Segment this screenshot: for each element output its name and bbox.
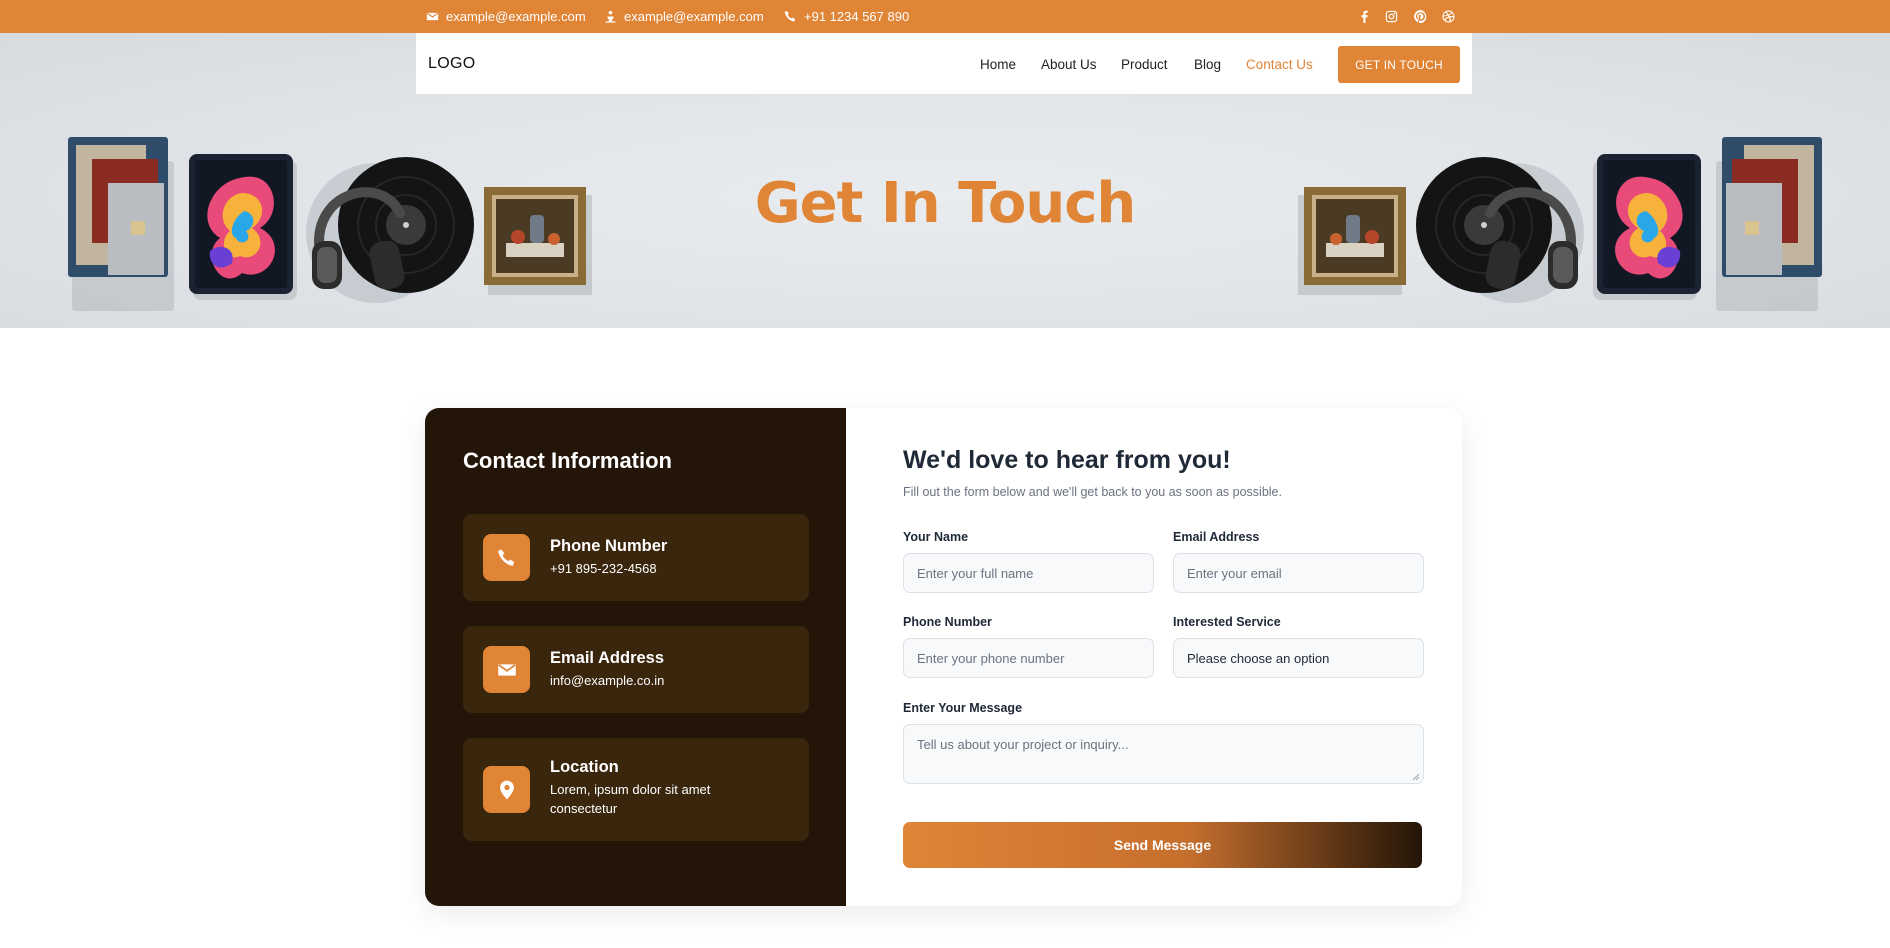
get-in-touch-button[interactable]: GET IN TOUCH [1338,46,1460,83]
message-label: Enter Your Message [903,701,1023,715]
info-item-phone[interactable]: Phone Number +91 895-232-4568 [463,514,809,601]
location-pin-icon [483,766,530,813]
nav-link-contact-us[interactable]: Contact Us [1246,57,1313,72]
email-input[interactable] [1173,553,1424,593]
resize-handle-icon[interactable] [1412,773,1420,781]
contact-card: Contact Information Phone Number +91 895… [425,408,1462,906]
service-label: Interested Service [1173,615,1281,629]
page-title: Get In Touch [754,171,1137,236]
service-select-value: Please choose an option [1187,650,1330,666]
phone-icon [784,10,796,22]
contact-info-panel: Contact Information Phone Number +91 895… [425,408,846,906]
contact-form: We'd love to hear from you! Fill out the… [846,408,1462,906]
facebook-link[interactable] [1358,0,1371,33]
dribbble-icon [1442,10,1455,23]
info-email-value: info@example.co.in [550,673,665,688]
dribbble-link[interactable] [1442,0,1455,33]
instagram-link[interactable] [1385,0,1398,33]
site-logo[interactable]: LOGO [428,55,475,73]
info-location-value: Lorem, ipsum dolor sit amet consectetur [550,782,711,816]
nav-link-home[interactable]: Home [980,57,1016,72]
message-textarea[interactable] [903,724,1424,784]
topbar-email-1[interactable]: example@example.com [426,0,586,33]
info-email-label: Email Address [550,649,665,667]
envelope-icon [483,646,530,693]
pinterest-icon [1414,10,1427,23]
topbar-phone[interactable]: +91 1234 567 890 [784,0,909,33]
facebook-icon [1361,10,1368,23]
form-subtitle: Fill out the form below and we'll get ba… [903,485,1282,499]
contact-info-title: Contact Information [463,448,672,473]
top-bar: example@example.com example@example.com … [0,0,1890,33]
form-title: We'd love to hear from you! [903,446,1231,474]
person-icon [605,10,616,23]
main-navbar: LOGO Home About Us Product Blog Contact … [416,33,1472,94]
info-phone-value: +91 895-232-4568 [550,561,657,576]
instagram-icon [1385,10,1398,23]
pinterest-link[interactable] [1414,0,1427,33]
phone-input[interactable] [903,638,1154,678]
phone-icon [483,534,530,581]
info-location-label: Location [550,758,619,776]
topbar-email-1-text: example@example.com [446,9,586,24]
send-message-button[interactable]: Send Message [903,822,1422,868]
phone-label: Phone Number [903,615,992,629]
hero-banner: LOGO Home About Us Product Blog Contact … [0,33,1890,328]
envelope-icon [426,12,439,21]
name-input[interactable] [903,553,1154,593]
info-item-email[interactable]: Email Address info@example.co.in [463,626,809,713]
nav-link-blog[interactable]: Blog [1194,57,1221,72]
nav-link-product[interactable]: Product [1121,57,1168,72]
topbar-email-2[interactable]: example@example.com [604,0,764,33]
name-label: Your Name [903,530,969,544]
email-label: Email Address [1173,530,1260,544]
info-phone-label: Phone Number [550,537,668,555]
topbar-email-2-text: example@example.com [624,9,764,24]
info-item-location[interactable]: Location Lorem, ipsum dolor sit amet con… [463,738,809,841]
nav-link-about-us[interactable]: About Us [1041,57,1097,72]
topbar-phone-text: +91 1234 567 890 [804,9,910,24]
service-select[interactable]: Please choose an option [1173,638,1424,678]
